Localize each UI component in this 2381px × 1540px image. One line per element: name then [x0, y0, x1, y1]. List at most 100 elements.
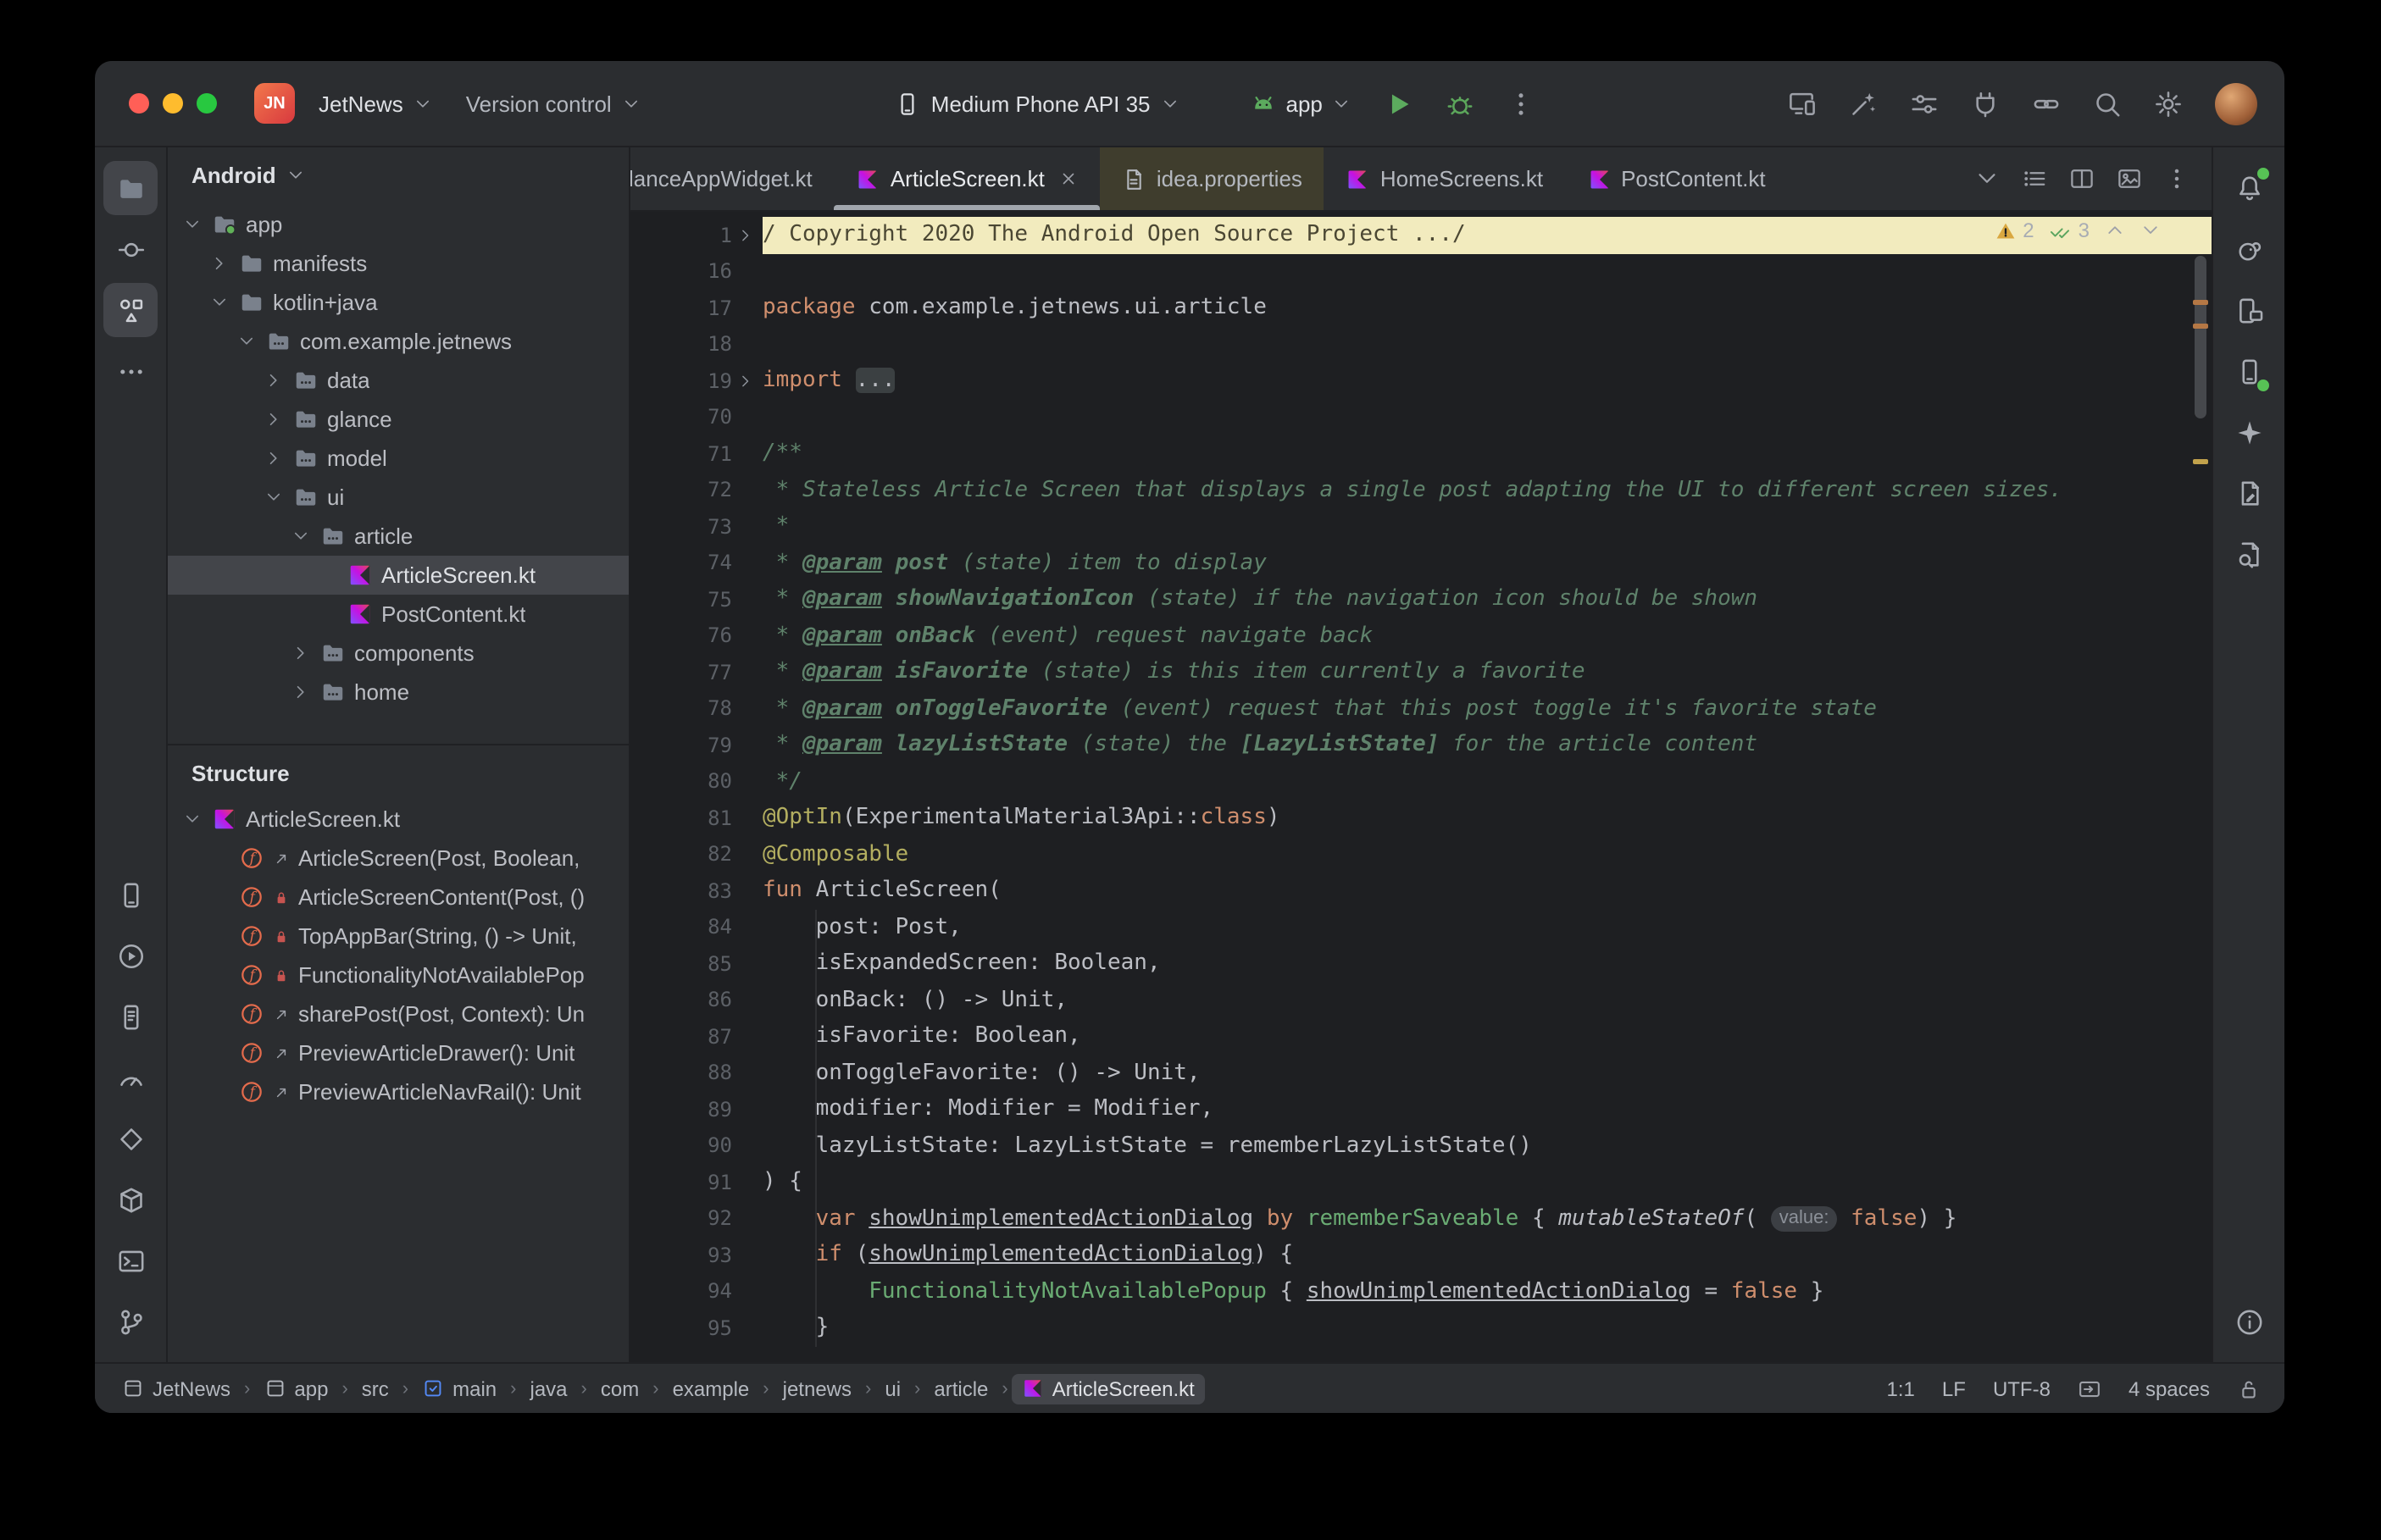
breadcrumb-example[interactable]: example: [663, 1373, 760, 1404]
error-stripe-mark[interactable]: [2193, 324, 2208, 329]
logcat-button[interactable]: [103, 989, 158, 1044]
more-tool-windows-button[interactable]: [103, 344, 158, 398]
indent-status-icon[interactable]: [2078, 1377, 2101, 1400]
tree-item-data[interactable]: data: [168, 361, 629, 400]
breadcrumb-articlescreen-kt[interactable]: ArticleScreen.kt: [1011, 1373, 1205, 1404]
structure-item-previewarticledrawer-unit[interactable]: f PreviewArticleDrawer(): Unit: [168, 1033, 629, 1072]
fold-marker-icon[interactable]: [732, 373, 759, 390]
code-line-18[interactable]: [763, 326, 2212, 363]
project-view-selector[interactable]: Android: [168, 147, 629, 202]
code-line-76[interactable]: * @param onBack (event) request navigate…: [763, 618, 2212, 654]
chevron-down-icon[interactable]: [181, 810, 203, 828]
code-line-72[interactable]: * Stateless Article Screen that displays…: [763, 472, 2212, 508]
code-line-73[interactable]: *: [763, 508, 2212, 545]
chevron-right-icon[interactable]: [208, 254, 230, 273]
code-line-82[interactable]: @Composable: [763, 836, 2212, 872]
chevron-right-icon[interactable]: [263, 410, 285, 429]
structure-item-previewarticlenavrail-unit[interactable]: f PreviewArticleNavRail(): Unit: [168, 1072, 629, 1111]
code-line-85[interactable]: isExpandedScreen: Boolean,: [763, 945, 2212, 982]
code-line-75[interactable]: * @param showNavigationIcon (state) if t…: [763, 581, 2212, 618]
project-widget[interactable]: JetNews: [308, 84, 442, 123]
code-line-78[interactable]: * @param onToggleFavorite (event) reques…: [763, 690, 2212, 727]
code-line-17[interactable]: package com.example.jetnews.ui.article: [763, 290, 2212, 326]
commit-tool-button[interactable]: [103, 222, 158, 276]
code-line-95[interactable]: }: [763, 1310, 2212, 1346]
code-line-91[interactable]: ) {: [763, 1164, 2212, 1200]
app-quality-insights-button[interactable]: [103, 1111, 158, 1166]
breadcrumb-main[interactable]: main: [412, 1373, 507, 1404]
tree-item-article[interactable]: article: [168, 517, 629, 556]
preview-button[interactable]: [2106, 157, 2151, 201]
caret-position-widget[interactable]: 1:1: [1887, 1377, 1915, 1400]
gradle-button[interactable]: [2222, 222, 2276, 276]
chevron-down-icon[interactable]: [208, 293, 230, 312]
encoding-widget[interactable]: UTF-8: [1993, 1377, 2051, 1400]
editor[interactable]: 1 16 17 18 19 70 71 72 73 74 75 76 77 78 79 80 81 82 83 84 8…: [630, 212, 2212, 1362]
maximize-window-button[interactable]: [197, 93, 217, 114]
warnings-counter[interactable]: 2: [1994, 219, 2034, 242]
error-stripe-mark[interactable]: [2193, 300, 2208, 305]
user-avatar[interactable]: [2214, 82, 2257, 125]
find-tool-button[interactable]: [2222, 527, 2276, 581]
structure-item-topappbar-string-unit[interactable]: f TopAppBar(String, () -> Unit,: [168, 917, 629, 956]
code-line-89[interactable]: modifier: Modifier = Modifier,: [763, 1091, 2212, 1127]
problems-info-button[interactable]: [2222, 1294, 2276, 1349]
code-line-88[interactable]: onToggleFavorite: () -> Unit,: [763, 1055, 2212, 1091]
editor-tab-articlescreen-kt[interactable]: ArticleScreen.kt: [834, 147, 1102, 210]
tree-item-postcontent-kt[interactable]: PostContent.kt: [168, 595, 629, 634]
chevron-right-icon[interactable]: [290, 644, 312, 662]
share-profile-button[interactable]: [2023, 80, 2071, 127]
passed-counter[interactable]: 3: [2050, 219, 2090, 242]
chevron-down-icon[interactable]: [263, 488, 285, 507]
plugins-button[interactable]: [1962, 80, 2010, 127]
version-control-button[interactable]: [103, 1294, 158, 1349]
code-line-74[interactable]: * @param post (state) item to display: [763, 545, 2212, 581]
code-line-81[interactable]: @OptIn(ExperimentalMaterial3Api::class): [763, 800, 2212, 836]
search-everywhere-button[interactable]: [2084, 80, 2132, 127]
assistant-button[interactable]: [2222, 466, 2276, 520]
tree-item-model[interactable]: model: [168, 439, 629, 478]
error-stripe-mark[interactable]: [2193, 459, 2208, 464]
app-inspection-button[interactable]: [103, 1172, 158, 1227]
editor-tab-lanceappwidget-kt[interactable]: lanceAppWidget.kt: [630, 147, 835, 210]
tree-item-glance[interactable]: glance: [168, 400, 629, 439]
code-line-16[interactable]: [763, 253, 2212, 290]
settings-button[interactable]: [2145, 80, 2193, 127]
code-line-19[interactable]: import ...: [763, 363, 2212, 399]
tree-item-app[interactable]: app: [168, 205, 629, 244]
device-manager-button[interactable]: [103, 867, 158, 922]
code-line-86[interactable]: onBack: () -> Unit,: [763, 982, 2212, 1018]
tree-item-kotlin-java[interactable]: kotlin+java: [168, 283, 629, 322]
structure-item-articlescreen-post-boolean[interactable]: f ArticleScreen(Post, Boolean,: [168, 839, 629, 878]
running-devices-mirror-button[interactable]: [2222, 344, 2276, 398]
code-line-80[interactable]: */: [763, 763, 2212, 800]
code-line-94[interactable]: FunctionalityNotAvailablePopup { showUni…: [763, 1273, 2212, 1310]
tree-item-manifests[interactable]: manifests: [168, 244, 629, 283]
breadcrumb-java[interactable]: java: [520, 1373, 578, 1404]
previous-problem-button[interactable]: [2105, 220, 2125, 241]
profiler-button[interactable]: [103, 1050, 158, 1105]
chevron-right-icon[interactable]: [263, 449, 285, 468]
structure-item-articlescreencontent-post[interactable]: f ArticleScreenContent(Post, (): [168, 878, 629, 917]
tree-item-ui[interactable]: ui: [168, 478, 629, 517]
sdk-tools-button[interactable]: [1901, 80, 1949, 127]
indent-widget[interactable]: 4 spaces: [2128, 1377, 2210, 1400]
editor-list-button[interactable]: [2012, 157, 2056, 201]
editor-tab-idea-properties[interactable]: idea.properties: [1100, 147, 1324, 210]
code-line-77[interactable]: * @param isFavorite (state) is this item…: [763, 654, 2212, 690]
next-problem-button[interactable]: [2140, 220, 2161, 241]
breadcrumb-app[interactable]: app: [253, 1373, 338, 1404]
breadcrumb-com[interactable]: com: [591, 1373, 649, 1404]
code-line-83[interactable]: fun ArticleScreen(: [763, 872, 2212, 909]
code-area[interactable]: / Copyright 2020 The Android Open Source…: [763, 212, 2212, 1362]
run-configuration-selector[interactable]: app: [1240, 84, 1362, 123]
code-line-84[interactable]: post: Post,: [763, 909, 2212, 945]
close-window-button[interactable]: [129, 93, 149, 114]
code-line-92[interactable]: var showUnimplementedActionDialog by rem…: [763, 1200, 2212, 1237]
chevron-down-icon[interactable]: [181, 215, 203, 234]
code-line-90[interactable]: lazyListState: LazyListState = rememberL…: [763, 1127, 2212, 1164]
ai-assistant-button[interactable]: [1840, 80, 1888, 127]
editor-tab-postcontent-kt[interactable]: PostContent.kt: [1565, 147, 1788, 210]
gemini-button[interactable]: [2222, 405, 2276, 459]
inspections-widget[interactable]: 2 3: [1994, 219, 2161, 242]
